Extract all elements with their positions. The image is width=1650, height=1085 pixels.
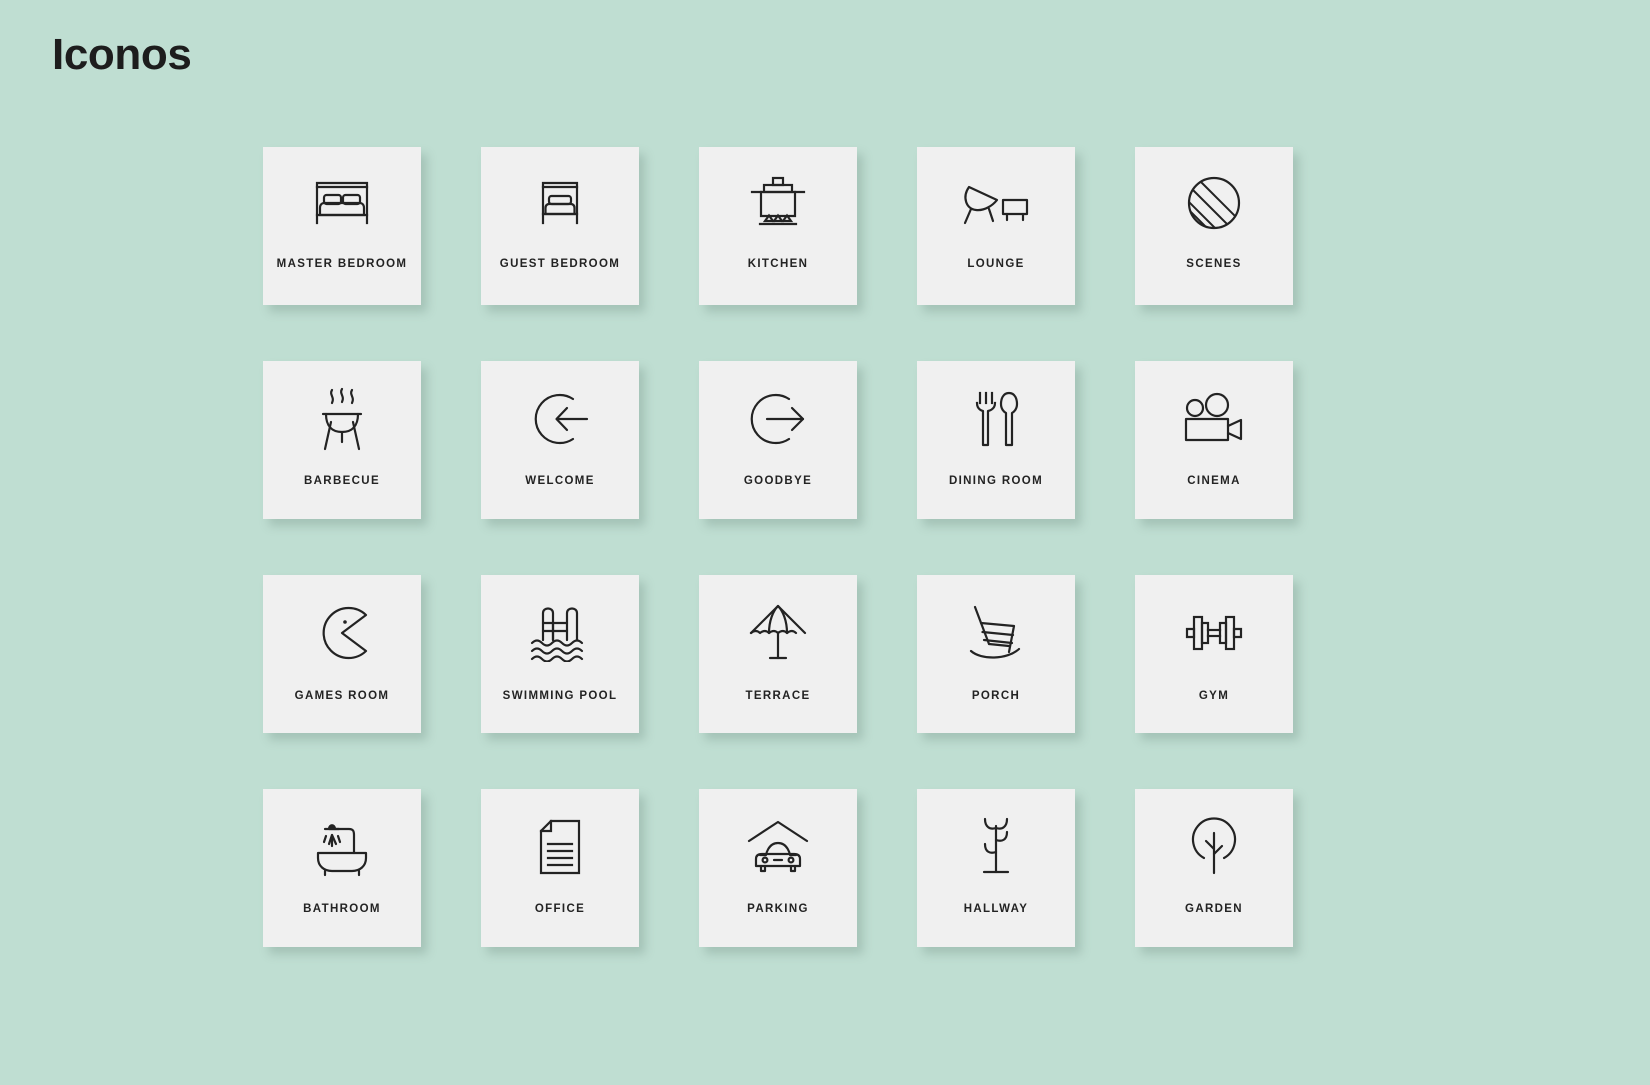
icon-label: SWIMMING POOL [502,690,618,702]
icon-card-hallway[interactable]: HALLWAY [917,789,1075,947]
document-icon [481,789,639,904]
cooking-pot-icon [699,147,857,259]
icon-card-gym[interactable]: GYM [1135,575,1293,733]
icon-label: OFFICE [534,903,586,915]
page-title: Iconos [52,30,192,79]
car-garage-icon [699,789,857,904]
icon-label: TERRACE [745,690,811,702]
icon-label: GUEST BEDROOM [499,258,621,270]
icon-label: GOODBYE [743,475,813,487]
icon-label: BATHROOM [303,903,381,915]
icon-card-scenes[interactable]: SCENES [1135,147,1293,305]
icon-card-goodbye[interactable]: GOODBYE [699,361,857,519]
icon-label: SCENES [1186,258,1242,270]
icon-label: CINEMA [1187,475,1241,487]
movie-camera-icon [1135,361,1293,476]
icon-card-parking[interactable]: PARKING [699,789,857,947]
single-bed-icon [481,147,639,259]
grill-icon [263,361,421,476]
icon-label: GYM [1198,690,1230,702]
icon-label: MASTER BEDROOM [276,258,408,270]
icon-label: HALLWAY [963,903,1029,915]
bathtub-shower-icon [263,789,421,904]
icon-card-lounge[interactable]: LOUNGE [917,147,1075,305]
icon-card-office[interactable]: OFFICE [481,789,639,947]
icon-label: LOUNGE [967,258,1025,270]
pool-ladder-icon [481,575,639,691]
icon-label: PORCH [971,690,1021,702]
pacman-icon [263,575,421,691]
icon-card-welcome[interactable]: WELCOME [481,361,639,519]
icon-label: DINING ROOM [948,475,1044,487]
double-bed-icon [263,147,421,259]
icon-card-porch[interactable]: PORCH [917,575,1075,733]
arrow-out-circle-icon [699,361,857,476]
fork-spoon-icon [917,361,1075,476]
icon-card-master-bedroom[interactable]: MASTER BEDROOM [263,147,421,305]
rocking-chair-icon [917,575,1075,691]
icon-card-swimming-pool[interactable]: SWIMMING POOL [481,575,639,733]
icon-card-barbecue[interactable]: BARBECUE [263,361,421,519]
icon-card-bathroom[interactable]: BATHROOM [263,789,421,947]
icon-card-terrace[interactable]: TERRACE [699,575,857,733]
icon-card-garden[interactable]: GARDEN [1135,789,1293,947]
tree-icon [1135,789,1293,904]
icon-card-kitchen[interactable]: KITCHEN [699,147,857,305]
icon-label: WELCOME [525,475,595,487]
icon-card-dining-room[interactable]: DINING ROOM [917,361,1075,519]
coat-rack-icon [917,789,1075,904]
arrow-in-circle-icon [481,361,639,476]
dumbbell-icon [1135,575,1293,691]
icon-card-cinema[interactable]: CINEMA [1135,361,1293,519]
icon-card-games-room[interactable]: GAMES ROOM [263,575,421,733]
icon-grid: MASTER BEDROOM GUEST BEDROOM KITCHEN LOU… [263,147,1293,947]
parasol-icon [699,575,857,691]
icon-card-guest-bedroom[interactable]: GUEST BEDROOM [481,147,639,305]
icon-label: GAMES ROOM [294,690,390,702]
icon-label: KITCHEN [747,258,809,270]
lounge-chair-table-icon [917,147,1075,259]
icon-label: BARBECUE [304,475,380,487]
icon-label: GARDEN [1185,903,1243,915]
icon-label: PARKING [747,903,809,915]
striped-circle-icon [1135,147,1293,259]
